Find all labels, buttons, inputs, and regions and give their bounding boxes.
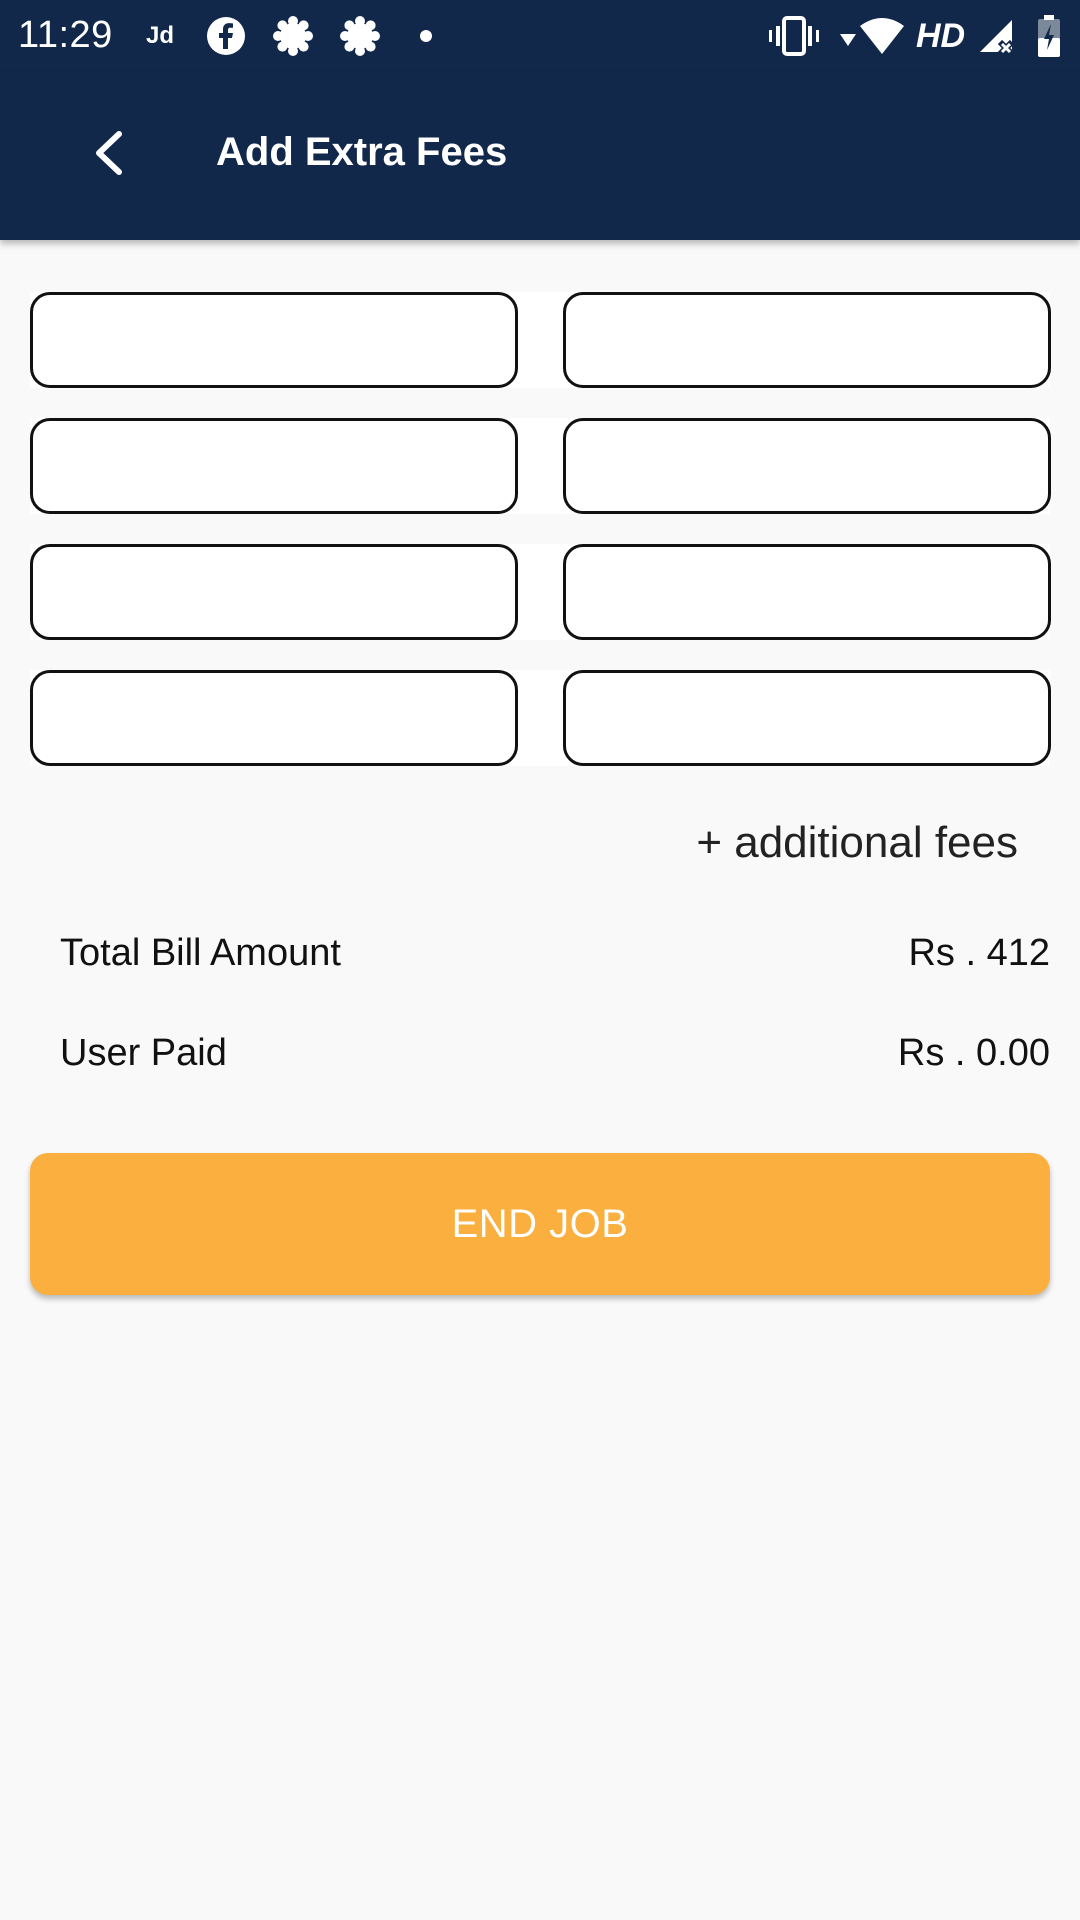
chevron-left-icon	[96, 131, 122, 175]
fee-amount-input-2[interactable]	[563, 418, 1051, 514]
user-paid-label: User Paid	[60, 1032, 227, 1074]
user-paid-value: Rs . 0.00	[897, 1032, 1050, 1074]
end-job-button[interactable]: END JOB	[30, 1153, 1050, 1295]
add-additional-fees-link[interactable]: + additional fees	[696, 818, 1018, 868]
network-type-icon: HD	[916, 0, 965, 72]
total-bill-label: Total Bill Amount	[60, 932, 341, 974]
signal-icon	[978, 0, 1016, 72]
total-bill-value: Rs . 412	[908, 932, 1050, 974]
fee-name-input-4[interactable]	[30, 670, 518, 766]
fee-name-input-3[interactable]	[30, 544, 518, 640]
app-bar: Add Extra Fees	[0, 72, 1080, 240]
facebook-icon	[206, 0, 246, 72]
back-button[interactable]	[78, 122, 140, 184]
wifi-icon	[838, 0, 908, 72]
settings-gear-icon	[272, 0, 314, 72]
page-title: Add Extra Fees	[216, 130, 508, 174]
jd-icon: Jd	[146, 0, 174, 72]
fee-amount-input-1[interactable]	[563, 292, 1051, 388]
fee-name-input-2[interactable]	[30, 418, 518, 514]
vibrate-icon	[768, 0, 820, 72]
battery-charging-icon	[1036, 0, 1062, 72]
fee-amount-input-3[interactable]	[563, 544, 1051, 640]
network-type-label: HD	[916, 16, 966, 55]
dot-icon	[419, 0, 433, 72]
jd-icon-label: Jd	[146, 22, 175, 49]
fee-amount-input-4[interactable]	[563, 670, 1051, 766]
fee-name-input-1[interactable]	[30, 292, 518, 388]
status-bar: 11:29 Jd HD	[0, 0, 1080, 72]
status-time: 11:29	[18, 14, 113, 56]
settings-gear-icon	[339, 0, 381, 72]
